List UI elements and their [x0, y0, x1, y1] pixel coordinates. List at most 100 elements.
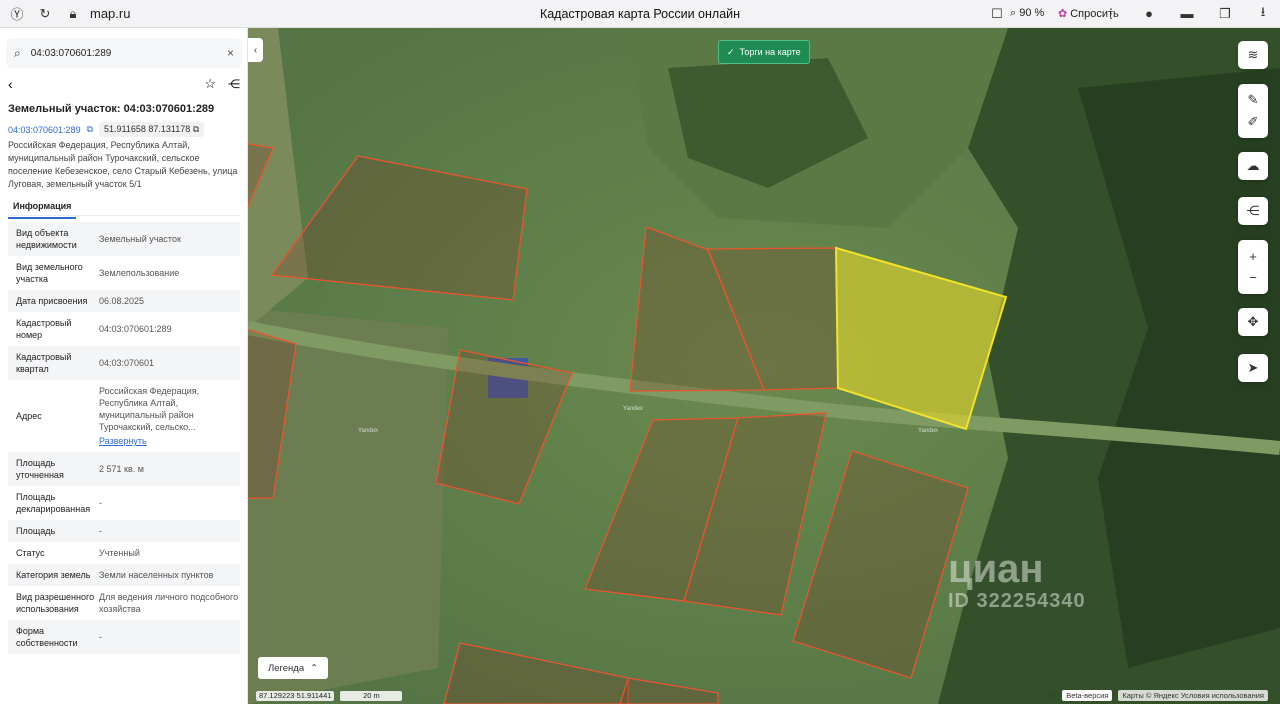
info-icon[interactable]: ⓘ — [1049, 690, 1057, 701]
property-key: Кадастровый квартал — [16, 352, 72, 374]
property-row: Площадь уточненная 2 571 кв. м — [8, 452, 240, 486]
map-view[interactable]: Yandex Yandex Yandex ‹ ✓ Торги на карте … — [248, 28, 1280, 704]
copy-coords-icon: ⧉ — [192, 124, 200, 134]
beta-badge[interactable]: Beta-версия — [1062, 690, 1113, 701]
search-icon: ⌕ — [14, 45, 21, 60]
locate-button[interactable]: ➤ — [1238, 354, 1268, 382]
property-value-text: Учтенный — [99, 548, 140, 558]
expand-link[interactable]: Развернуть — [99, 435, 240, 447]
cloud-upload-icon: ☁ — [1246, 158, 1260, 173]
hat-icon[interactable]: ▬ — [1176, 3, 1198, 25]
parcel-polygon[interactable] — [435, 349, 573, 505]
road-label: Yandex — [918, 428, 938, 434]
tab-info[interactable]: Информация — [8, 201, 77, 219]
property-value: 2 571 кв. м — [99, 457, 240, 481]
legend-label: Легенда — [268, 662, 305, 674]
search-input[interactable]: 04:03:070601:289 — [31, 48, 227, 59]
back-icon[interactable]: ‹ — [8, 76, 13, 92]
zoom-in-icon[interactable]: + — [1249, 249, 1257, 264]
property-value-text: Земельный участок — [99, 234, 181, 244]
parcel-title: Земельный участок: 04:03:070601:289 — [8, 103, 215, 115]
property-value: - — [99, 525, 240, 537]
property-row: Вид разрешенного использования Для ведени… — [8, 586, 240, 620]
share-icon: ⋲ — [1246, 203, 1260, 218]
zoom-level[interactable]: ⌕ 90 % — [1010, 7, 1044, 20]
bookmarks-panel-icon[interactable]: ❐ — [1214, 3, 1236, 25]
edit-icon[interactable]: ✐ — [1248, 114, 1259, 130]
parcel-polygon[interactable] — [792, 450, 969, 679]
selected-parcel[interactable] — [834, 246, 1008, 431]
property-value: Землепользование — [99, 261, 240, 285]
pan-button[interactable]: ✥ — [1238, 308, 1268, 336]
property-value-text: Земли населенных пунктов — [99, 570, 214, 580]
cadastral-parcels[interactable] — [248, 28, 1280, 704]
property-value: Земельный участок — [99, 227, 240, 251]
upload-button[interactable]: ☁ — [1238, 152, 1268, 180]
menu-dots-icon[interactable]: ⋮ — [1100, 3, 1122, 25]
address-bar-url[interactable]: map.ru — [90, 6, 130, 21]
property-value: - — [99, 625, 240, 649]
property-value: 04:03:070601:289 — [99, 317, 240, 341]
parcel-polygon[interactable] — [443, 642, 629, 704]
chevron-up-icon: ⌃ — [310, 662, 319, 674]
property-value: Учтенный — [99, 547, 240, 559]
parcel-ids: 04:03:070601:289 ⧉ 51.911658 87.131178 ⧉ — [8, 122, 205, 137]
property-value: Для ведения личного подсобного хозяйства — [99, 591, 240, 615]
share-icon[interactable]: ⋲ — [228, 77, 240, 91]
lon-value: 87.129223 — [259, 691, 295, 700]
copyright-text[interactable]: Карты © Яндекс Условия использования — [1118, 690, 1268, 701]
parcel-address: Российская Федерация, Республика Алтай, … — [8, 140, 238, 189]
map-footer: ⓘ Beta-версия Карты © Яндекс Условия исп… — [1049, 690, 1268, 701]
property-value-text: - — [99, 632, 102, 642]
download-icon[interactable]: ⭳ — [1252, 3, 1274, 25]
property-row: Площадь - — [8, 520, 240, 542]
property-row: Кадастровый квартал 04:03:070601 — [8, 346, 240, 380]
zoom-out-icon[interactable]: − — [1249, 270, 1257, 285]
parcel-polygon[interactable] — [248, 328, 297, 499]
property-row: Дата присвоения 06.08.2025 — [8, 290, 240, 312]
coords-readout: 87.129223 51.911441 — [256, 691, 335, 701]
road-label: Yandex — [623, 406, 643, 412]
layers-icon: ≋ — [1247, 47, 1259, 62]
property-row: Кадастровый номер 04:03:070601:289 — [8, 312, 240, 346]
extension-icon[interactable]: ● — [1138, 3, 1160, 25]
browser-toolbar: Ⓨ ↻ 🔒︎ map.ru Кадастровая карта России о… — [0, 0, 1280, 28]
watermark-brand: циан — [948, 547, 1044, 591]
cadastral-link[interactable]: 04:03:070601:289 — [8, 125, 81, 135]
property-row: Статус Учтенный — [8, 542, 240, 564]
check-icon: ✓ — [727, 46, 735, 57]
coords-chip[interactable]: 51.911658 87.131178 ⧉ — [99, 122, 205, 137]
property-value-text: Для ведения личного подсобного хозяйства — [99, 592, 239, 614]
favorite-icon[interactable]: ☆ — [204, 76, 216, 92]
ruler-icon[interactable]: ✎ — [1248, 92, 1259, 108]
collapse-sidebar-button[interactable]: ‹ — [248, 38, 263, 62]
reload-icon[interactable]: ↻ — [34, 3, 56, 25]
property-value: 06.08.2025 — [99, 295, 240, 307]
parcel-polygon[interactable] — [248, 143, 274, 218]
clear-icon[interactable]: × — [227, 46, 234, 60]
bookmark-icon[interactable]: ☐ — [986, 3, 1008, 25]
yandex-browser-icon[interactable]: Ⓨ — [6, 3, 28, 25]
parcel-polygon[interactable] — [270, 155, 528, 301]
torgi-button[interactable]: ✓ Торги на карте — [718, 40, 810, 64]
parcel-polygon[interactable] — [619, 677, 719, 704]
scale-bar: 20 m — [340, 691, 403, 701]
search-box[interactable]: ⌕ 04:03:070601:289 × — [6, 38, 242, 68]
zoom-controls: + − — [1238, 240, 1268, 294]
property-key: Кадастровый номер — [16, 318, 72, 340]
navigation-icon: ➤ — [1247, 360, 1259, 375]
property-key: Дата присвоения — [16, 296, 88, 306]
lock-icon: 🔒︎ — [69, 5, 77, 21]
property-key: Площадь — [16, 526, 56, 536]
property-value: Российская Федерация, Республика Алтай, … — [99, 385, 240, 447]
property-value-text: 04:03:070601:289 — [99, 324, 172, 334]
card-toolbar: ‹ ☆ ⋲ — [8, 73, 240, 95]
lat-value: 51.911441 — [296, 691, 332, 700]
copy-icon[interactable]: ⧉ — [87, 124, 93, 135]
zoom-value: 90 % — [1019, 7, 1045, 19]
layers-button[interactable]: ≋ — [1238, 41, 1268, 69]
property-row: Форма собственности - — [8, 620, 240, 654]
share-map-button[interactable]: ⋲ — [1238, 197, 1268, 225]
legend-button[interactable]: Легенда ⌃ — [258, 657, 329, 679]
property-value-text: 04:03:070601 — [99, 358, 155, 368]
